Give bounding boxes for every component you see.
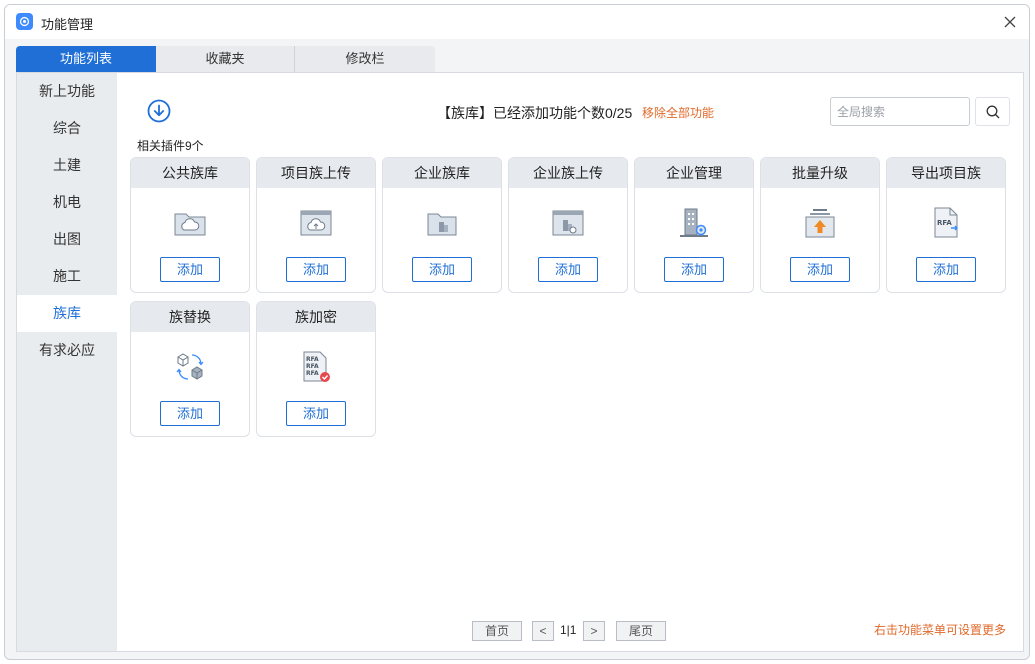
card-title: 企业族库 <box>383 158 501 188</box>
svg-text:RFA: RFA <box>937 219 952 227</box>
first-page-button[interactable]: 首页 <box>472 621 522 641</box>
plugin-card-family-encrypt: 族加密 RFA RFA RFA 添加 <box>256 301 376 437</box>
cloud-folder-icon <box>174 213 206 236</box>
add-button[interactable]: 添加 <box>916 257 976 282</box>
plugin-card-batch-upgrade: 批量升级 添加 <box>760 157 880 293</box>
tab-modify-bar[interactable]: 修改栏 <box>295 46 435 72</box>
card-title: 导出项目族 <box>887 158 1005 188</box>
tab-function-list[interactable]: 功能列表 <box>16 46 156 72</box>
sidebar-item-construction[interactable]: 施工 <box>17 258 117 295</box>
sidebar-item-mep[interactable]: 机电 <box>17 184 117 221</box>
svg-text:RFA: RFA <box>306 363 319 370</box>
close-icon[interactable] <box>1001 13 1019 31</box>
function-manager-window: 功能管理 功能列表 收藏夹 修改栏 新上功能 综合 土建 机电 出图 施工 族库… <box>4 4 1030 660</box>
page-indicator: 1|1 <box>560 623 577 637</box>
sidebar-item-requests[interactable]: 有求必应 <box>17 332 117 369</box>
card-title: 批量升级 <box>761 158 879 188</box>
pagination: 首页 < 1|1 > 尾页 <box>117 621 717 641</box>
add-button[interactable]: 添加 <box>790 257 850 282</box>
add-button[interactable]: 添加 <box>160 401 220 426</box>
plugin-card-enterprise-upload: 企业族上传 添加 <box>508 157 628 293</box>
app-logo-icon <box>16 13 33 30</box>
svg-text:RFA: RFA <box>306 356 319 363</box>
card-title: 族替换 <box>131 302 249 332</box>
tab-favorites[interactable]: 收藏夹 <box>156 46 295 72</box>
add-button[interactable]: 添加 <box>286 401 346 426</box>
search-button[interactable] <box>975 97 1010 126</box>
sidebar-item-new[interactable]: 新上功能 <box>17 73 117 110</box>
card-title: 企业管理 <box>635 158 753 188</box>
content-area: 【族库】已经添加功能个数0/25 移除全部功能 相关插件9个 公共族库 <box>117 73 1023 651</box>
plugin-count-label: 相关插件9个 <box>137 139 204 153</box>
card-title: 公共族库 <box>131 158 249 188</box>
title-bar: 功能管理 <box>5 5 1029 39</box>
footer-hint: 右击功能菜单可设置更多 <box>874 623 1007 637</box>
global-search-input[interactable] <box>830 97 970 126</box>
add-button[interactable]: 添加 <box>286 257 346 282</box>
building-folder-icon <box>427 213 457 236</box>
plugin-card-enterprise-manage: 企业管理 添加 <box>634 157 754 293</box>
category-sidebar: 新上功能 综合 土建 机电 出图 施工 族库 有求必应 <box>17 73 117 651</box>
added-count-label: 【族库】已经添加功能个数0/25 <box>437 105 633 121</box>
cloud-upload-icon <box>300 210 332 236</box>
add-button[interactable]: 添加 <box>664 257 724 282</box>
rfa-export-icon: RFA <box>934 207 958 238</box>
sidebar-item-civil[interactable]: 土建 <box>17 147 117 184</box>
search-icon <box>986 105 999 118</box>
plugin-card-enterprise-library: 企业族库 添加 <box>382 157 502 293</box>
sidebar-item-drawing[interactable]: 出图 <box>17 221 117 258</box>
plugin-card-export-family: 导出项目族 RFA 添加 <box>886 157 1006 293</box>
add-button[interactable]: 添加 <box>538 257 598 282</box>
plugin-card-family-replace: 族替换 添加 <box>130 301 250 437</box>
last-page-button[interactable]: 尾页 <box>616 621 666 641</box>
rfa-encrypt-icon: RFA RFA RFA <box>303 351 330 382</box>
upgrade-arrow-icon <box>805 209 835 238</box>
window-title: 功能管理 <box>41 17 94 32</box>
svg-text:RFA: RFA <box>306 370 319 377</box>
cube-replace-icon <box>176 353 204 380</box>
remove-all-link[interactable]: 移除全部功能 <box>642 104 714 121</box>
add-button[interactable]: 添加 <box>160 257 220 282</box>
sidebar-item-general[interactable]: 综合 <box>17 110 117 147</box>
download-circle-icon[interactable] <box>147 99 171 123</box>
building-upload-icon <box>552 210 584 236</box>
plugin-card-project-upload: 项目族上传 添加 <box>256 157 376 293</box>
prev-page-button[interactable]: < <box>532 621 554 641</box>
card-title: 族加密 <box>257 302 375 332</box>
building-gear-icon <box>680 208 708 237</box>
add-button[interactable]: 添加 <box>412 257 472 282</box>
plugin-card-public-library: 公共族库 添加 <box>130 157 250 293</box>
card-title: 企业族上传 <box>509 158 627 188</box>
sidebar-item-family-library[interactable]: 族库 <box>17 295 117 332</box>
tab-bar: 功能列表 收藏夹 修改栏 <box>16 46 435 72</box>
next-page-button[interactable]: > <box>583 621 605 641</box>
main-panel: 新上功能 综合 土建 机电 出图 施工 族库 有求必应 【族库】已经添加功能个数… <box>16 72 1024 652</box>
card-title: 项目族上传 <box>257 158 375 188</box>
